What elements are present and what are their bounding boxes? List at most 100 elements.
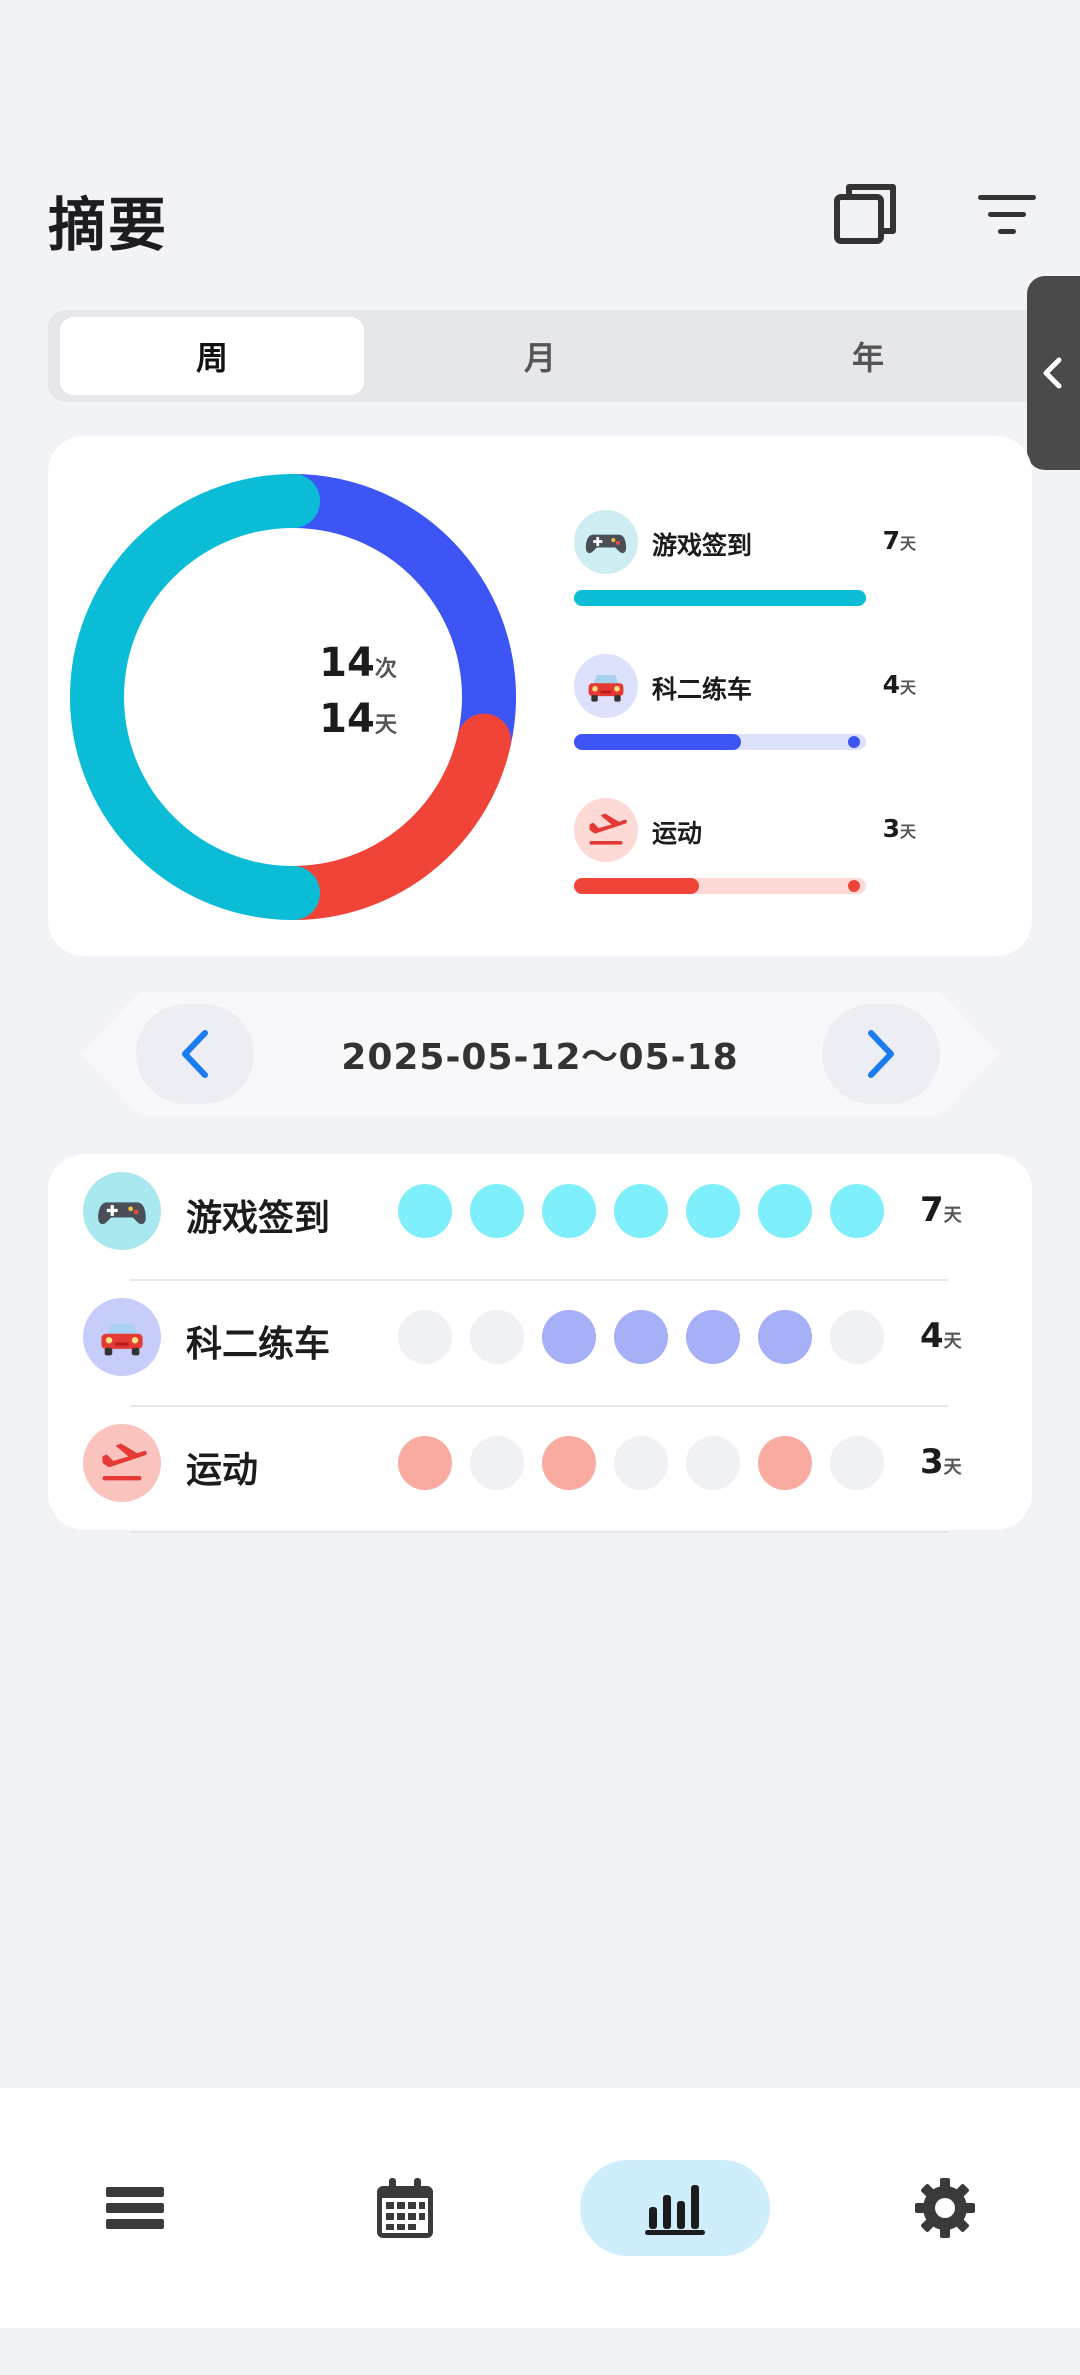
day-dot[interactable] [758,1310,812,1364]
legend-count-value: 3 [882,814,900,843]
tab-settings[interactable] [850,2160,1040,2256]
tab-statistics[interactable] [580,2160,770,2256]
habit-count: 7天 [920,1190,962,1230]
copy-button[interactable] [820,170,910,260]
legend-bar-end-dot [848,736,860,748]
habit-count: 3天 [920,1442,962,1482]
day-dot[interactable] [686,1184,740,1238]
legend-name: 游戏签到 [652,531,753,560]
donut-segment-cap [266,474,320,528]
car-icon [101,1324,143,1356]
chart-icon [645,2185,705,2235]
habit-count-value: 3 [920,1442,944,1482]
day-dot[interactable] [398,1184,452,1238]
habit-count: 4天 [920,1316,962,1356]
legend-bar-end-dot [848,880,860,892]
day-dot[interactable] [830,1436,884,1490]
date-navigator: 2025-05-12～05-18 [80,992,1000,1116]
chevron-left-icon [182,1030,208,1078]
day-dot[interactable] [542,1436,596,1490]
row-divider [130,1531,948,1533]
tab-calendar[interactable] [310,2160,500,2256]
day-dot[interactable] [614,1310,668,1364]
plane-icon [589,813,627,845]
bottom-navigation [0,2088,1080,2328]
habit-count-value: 4 [920,1316,944,1356]
habit-count-value: 7 [920,1190,944,1230]
gamepad-icon [585,534,627,554]
plane-icon [102,1443,147,1481]
total-times-value: 14 [319,640,375,686]
total-times-unit: 次 [374,657,397,682]
day-dot[interactable] [758,1184,812,1238]
list-icon [106,2187,164,2229]
legend-count: 4天 [788,670,916,699]
summary-card: 14次 14天 游戏签到 7天 科二练车 4天 运动 3天 [48,436,1032,956]
total-days-unit: 天 [374,713,397,738]
total-days-value: 14 [319,696,375,742]
legend-icon-bg [574,654,638,718]
side-drawer-handle[interactable] [1027,276,1080,470]
day-dot[interactable] [398,1436,452,1490]
legend-name: 科二练车 [652,675,753,704]
legend-count-value: 7 [882,526,900,555]
donut-total-days: 14天 [248,696,468,742]
gamepad-icon [98,1202,146,1225]
calendar-icon [377,2178,433,2238]
legend-bar-fill [574,878,699,894]
day-dot[interactable] [614,1436,668,1490]
day-dot[interactable] [542,1310,596,1364]
legend-count-unit: 天 [899,678,916,697]
legend-count-unit: 天 [899,822,916,841]
legend-name: 运动 [652,819,703,848]
habit-icon-bg [83,1424,161,1502]
tab-week[interactable]: 周 [60,317,364,395]
legend-bar-fill [574,734,741,750]
day-dot[interactable] [758,1436,812,1490]
prev-week-button[interactable] [136,1004,254,1104]
day-dot[interactable] [614,1184,668,1238]
day-dot[interactable] [470,1184,524,1238]
donut-total-times: 14次 [248,640,468,686]
copy-icon [834,184,896,244]
habit-name: 科二练车 [186,1324,331,1365]
day-dot[interactable] [830,1184,884,1238]
habit-count-unit: 天 [943,1457,962,1478]
legend-count-unit: 天 [899,534,916,553]
day-dot[interactable] [470,1310,524,1364]
filter-button[interactable] [962,170,1052,260]
legend-count: 7天 [788,526,916,555]
day-dot[interactable] [542,1184,596,1238]
legend-count-value: 4 [882,670,900,699]
legend-bar-fill [574,590,866,606]
next-week-button[interactable] [822,1004,940,1104]
day-dot[interactable] [398,1310,452,1364]
habit-name: 运动 [186,1450,259,1491]
day-dot[interactable] [470,1436,524,1490]
filter-icon [978,195,1036,234]
habit-count-unit: 天 [943,1331,962,1352]
legend-icon-bg [574,510,638,574]
day-dot[interactable] [686,1310,740,1364]
page-title: 摘要 [48,191,169,259]
gear-icon [915,2178,975,2238]
chevron-right-icon [868,1030,894,1078]
legend-icon-bg [574,798,638,862]
period-segmented-control: 周 月 年 [48,310,1080,402]
tab-month[interactable]: 月 [388,317,692,395]
habit-icon-bg [83,1172,161,1250]
date-range: 2025-05-12～05-18 [341,1037,739,1078]
habit-count-unit: 天 [943,1205,962,1226]
habit-name: 游戏签到 [186,1198,331,1239]
tab-list[interactable] [40,2160,230,2256]
car-icon [588,675,624,702]
day-dot[interactable] [686,1436,740,1490]
donut-segment [266,713,512,920]
legend-count: 3天 [788,814,916,843]
row-divider [130,1405,948,1407]
tab-year[interactable]: 年 [716,317,1020,395]
day-dot[interactable] [830,1310,884,1364]
row-divider [130,1279,948,1281]
habit-icon-bg [83,1298,161,1376]
habit-week-card: 游戏签到 7天 科二练车 4天 运动 3天 [48,1154,1032,1533]
